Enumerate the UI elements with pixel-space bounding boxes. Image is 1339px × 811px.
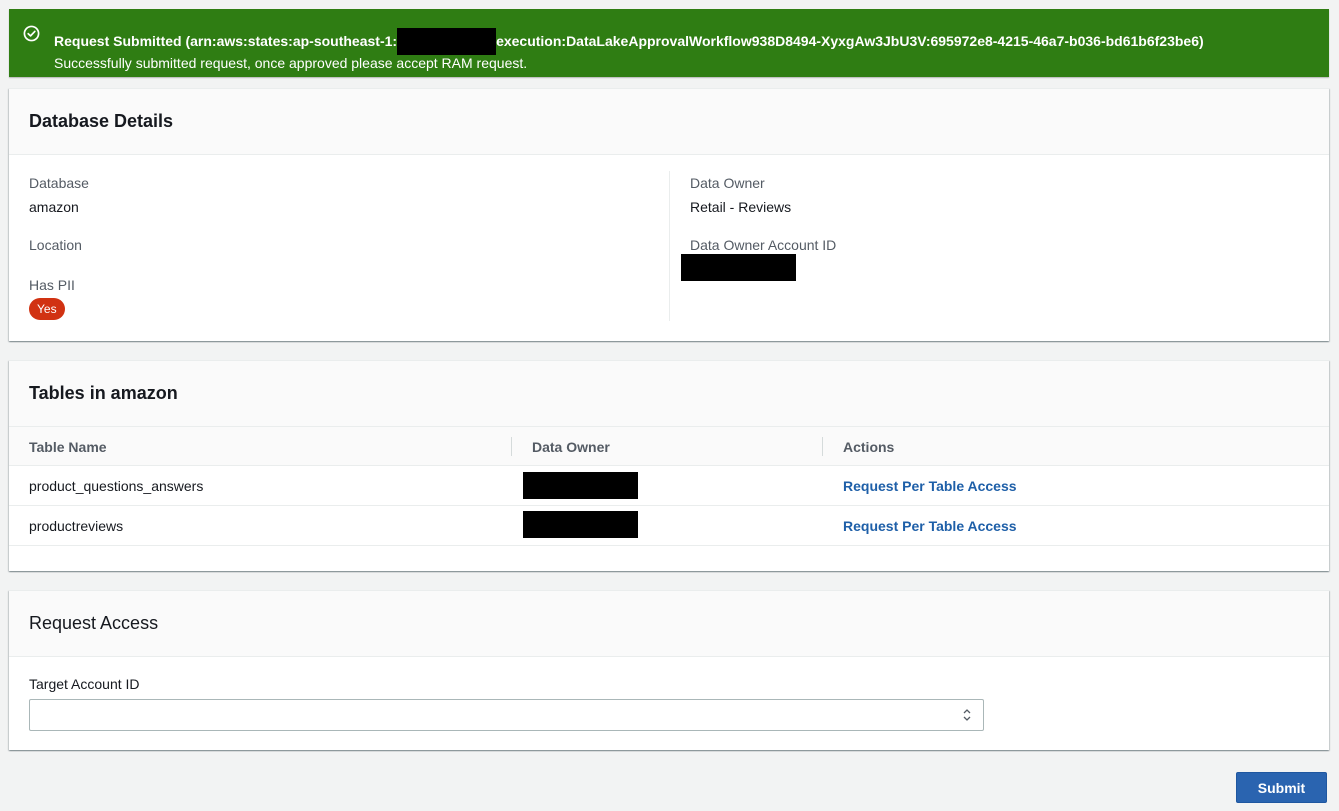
database-details-title: Database Details	[29, 111, 174, 131]
data-owner-account-label: Data Owner Account ID	[690, 237, 837, 253]
table-name-cell: productreviews	[29, 518, 124, 534]
request-per-table-access-link[interactable]: Request Per Table Access	[843, 466, 1017, 506]
request-access-panel: Request Access Target Account ID	[9, 590, 1329, 750]
request-per-table-access-link[interactable]: Request Per Table Access	[843, 506, 1017, 546]
tables-table: Table Name Data Owner Actions product_qu…	[9, 427, 1329, 546]
has-pii-label: Has PII	[29, 277, 75, 293]
location-label: Location	[29, 237, 82, 253]
request-access-title: Request Access	[29, 613, 159, 633]
request-access-header: Request Access	[9, 591, 1329, 657]
flash-title-suffix: execution:DataLakeApprovalWorkflow938D84…	[496, 33, 1204, 49]
target-account-id-label: Target Account ID	[29, 676, 140, 692]
column-header-actions[interactable]: Actions	[843, 427, 894, 466]
submit-button[interactable]: Submit	[1236, 772, 1327, 803]
tables-title: Tables in amazon	[29, 383, 178, 403]
target-account-id-input[interactable]	[29, 699, 984, 731]
database-value: amazon	[29, 199, 79, 215]
tables-header: Tables in amazon	[9, 361, 1329, 427]
table-row: product_questions_answers Request Per Ta…	[9, 466, 1329, 506]
column-header-table-name[interactable]: Table Name	[29, 427, 107, 466]
flash-message: Successfully submitted request, once app…	[54, 55, 528, 71]
redacted-data-owner	[523, 472, 638, 499]
column-resizer[interactable]	[822, 437, 823, 456]
table-name-cell: product_questions_answers	[29, 478, 204, 494]
table-header-row: Table Name Data Owner Actions	[9, 427, 1329, 466]
database-label: Database	[29, 175, 89, 191]
redacted-data-owner	[523, 511, 638, 538]
number-spinner-icon[interactable]	[962, 707, 972, 723]
table-row: productreviews Request Per Table Access	[9, 506, 1329, 546]
tables-panel: Tables in amazon Table Name Data Owner A…	[9, 360, 1329, 571]
redacted-data-owner-account-id	[681, 254, 796, 281]
data-owner-value: Retail - Reviews	[690, 199, 792, 215]
column-resizer[interactable]	[511, 437, 512, 456]
column-header-data-owner[interactable]: Data Owner	[532, 427, 610, 466]
flash-title-prefix: Request Submitted (arn:aws:states:ap-sou…	[54, 33, 398, 49]
redacted-account-id	[397, 27, 497, 55]
database-details-header: Database Details	[9, 89, 1329, 155]
column-divider	[669, 171, 670, 321]
flash-title: Request Submitted (arn:aws:states:ap-sou…	[54, 27, 1204, 55]
data-owner-label: Data Owner	[690, 175, 765, 191]
database-details-panel: Database Details Database amazon Locatio…	[9, 88, 1329, 341]
success-flash-banner: Request Submitted (arn:aws:states:ap-sou…	[9, 9, 1329, 77]
has-pii-badge: Yes	[29, 298, 65, 320]
check-circle-icon	[23, 25, 40, 42]
